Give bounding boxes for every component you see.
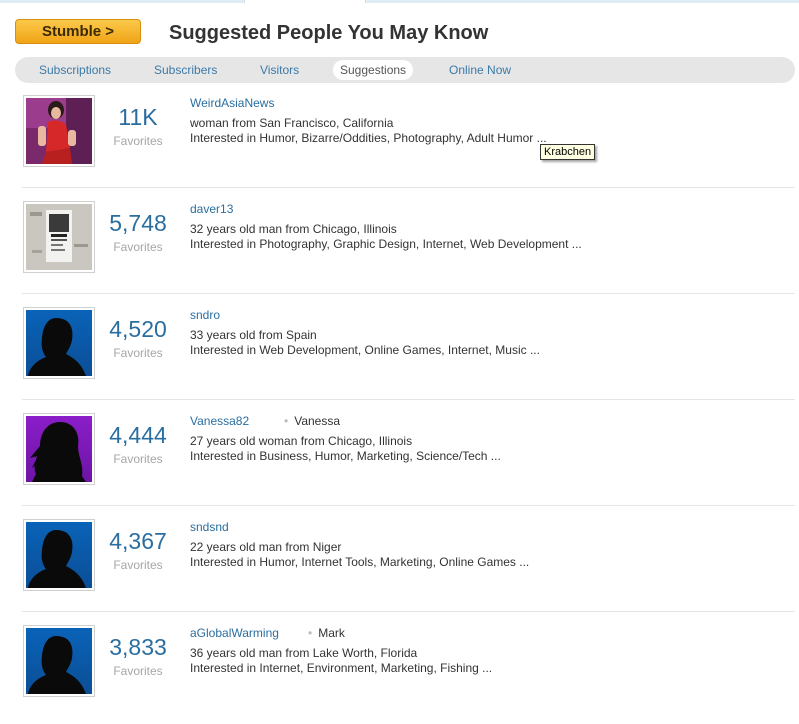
person-interests: Interested in Photography, Graphic Desig… <box>190 237 582 251</box>
favorites-count: 4,444 <box>109 422 167 448</box>
person-row: 4,444 Favorites Vanessa82 • Vanessa 27 ye… <box>22 412 795 512</box>
person-location: 33 years old from Spain <box>190 328 317 342</box>
silhouette-man-icon <box>26 628 92 694</box>
row-divider <box>22 505 795 506</box>
real-name-text: Mark <box>318 626 345 640</box>
person-location: 32 years old man from Chicago, Illinois <box>190 222 397 236</box>
silhouette-man-icon <box>26 310 92 376</box>
silhouette-woman-icon <box>26 416 92 482</box>
person-location: woman from San Francisco, California <box>190 116 394 130</box>
real-name: • Vanessa <box>278 414 340 428</box>
username-link[interactable]: Vanessa82 <box>190 414 249 428</box>
person-interests: Interested in Humor, Internet Tools, Mar… <box>190 555 530 569</box>
row-divider <box>22 187 795 188</box>
person-row: 3,833 Favorites aGlobalWarming • Mark 36 … <box>22 624 795 724</box>
favorites-label: Favorites <box>113 452 163 466</box>
favorites-count: 4,367 <box>109 528 167 554</box>
favorites-count: 5,748 <box>109 210 167 236</box>
favorites-label: Favorites <box>113 346 163 360</box>
favorites-label: Favorites <box>113 664 163 678</box>
real-name-text: Vanessa <box>294 414 341 428</box>
avatar[interactable] <box>23 413 95 485</box>
favorites-label: Favorites <box>113 134 163 148</box>
favorites-count: 11K <box>118 104 158 130</box>
tab-subscriptions[interactable]: Subscriptions <box>39 60 111 80</box>
row-divider <box>22 611 795 612</box>
real-name: • Mark <box>302 626 345 640</box>
username-link[interactable]: WeirdAsiaNews <box>190 96 274 110</box>
person-interests: Interested in Humor, Bizarre/Oddities, P… <box>190 131 547 145</box>
username-link[interactable]: daver13 <box>190 202 233 216</box>
stumble-button[interactable]: Stumble > <box>15 19 141 44</box>
poster-photo-icon <box>26 204 92 270</box>
person-location: 36 years old man from Lake Worth, Florid… <box>190 646 418 660</box>
row-divider <box>22 293 795 294</box>
person-interests: Interested in Web Development, Online Ga… <box>190 343 540 357</box>
person-interests: Interested in Business, Humor, Marketing… <box>190 449 501 463</box>
favorites-label: Favorites <box>113 558 163 572</box>
top-tab-strip <box>0 0 799 3</box>
person-location: 27 years old woman from Chicago, Illinoi… <box>190 434 413 448</box>
favorites-label: Favorites <box>113 240 163 254</box>
person-location: 22 years old man from Niger <box>190 540 342 554</box>
person-row: 5,748 Favorites daver13 32 years old man… <box>22 200 795 300</box>
separator-dot: • <box>284 414 289 428</box>
tab-suggestions[interactable]: Suggestions <box>333 60 414 80</box>
username-link[interactable]: sndro <box>190 308 220 322</box>
favorites-count: 3,833 <box>109 634 167 660</box>
tooltip: Krabchen <box>540 144 596 160</box>
tab-online-now[interactable]: Online Now <box>449 60 511 80</box>
silhouette-man-icon <box>26 522 92 588</box>
person-interests: Interested in Internet, Environment, Mar… <box>190 661 493 675</box>
separator-dot: • <box>308 626 313 640</box>
avatar[interactable] <box>23 625 95 697</box>
woman-photo-icon <box>26 98 92 164</box>
tab-subscribers[interactable]: Subscribers <box>154 60 217 80</box>
favorites-count: 4,520 <box>109 316 167 342</box>
username-link[interactable]: aGlobalWarming <box>190 626 279 640</box>
people-tab-bar: Subscriptions Subscribers Visitors Sugge… <box>15 57 795 83</box>
active-top-tab-edge <box>244 0 366 3</box>
person-row: 4,367 Favorites sndsnd 22 years old man … <box>22 518 795 618</box>
avatar[interactable] <box>23 95 95 167</box>
page-title: Suggested People You May Know <box>169 22 489 44</box>
avatar[interactable] <box>23 201 95 273</box>
avatar[interactable] <box>23 519 95 591</box>
avatar[interactable] <box>23 307 95 379</box>
tab-visitors[interactable]: Visitors <box>260 60 299 80</box>
person-row: 4,520 Favorites sndro 33 years old from … <box>22 306 795 406</box>
username-link[interactable]: sndsnd <box>190 520 229 534</box>
row-divider <box>22 399 795 400</box>
person-row: 11K Favorites WeirdAsiaNews woman from S… <box>22 94 795 194</box>
